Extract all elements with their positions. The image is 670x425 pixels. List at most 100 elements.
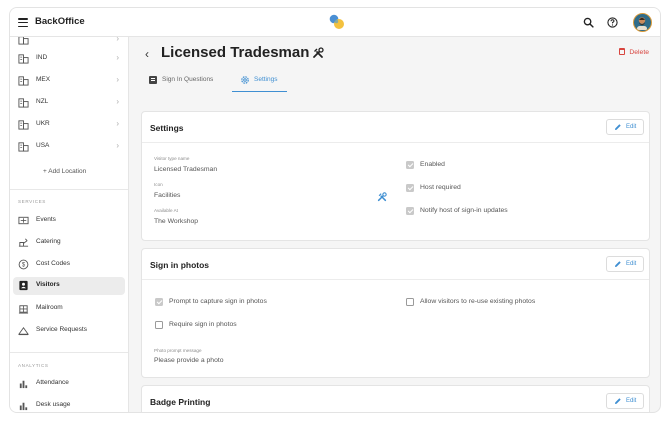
facilities-icon xyxy=(377,192,387,202)
chevron-right-icon: › xyxy=(116,141,119,150)
help-icon[interactable] xyxy=(607,17,618,28)
sidebar-item-events[interactable]: Events xyxy=(10,212,128,230)
bar-chart-icon xyxy=(19,380,28,389)
sidebar-item-label: Service Requests xyxy=(36,326,87,333)
prompt-photos-checkbox[interactable] xyxy=(155,298,163,306)
sidebar-item-desk-usage[interactable]: Desk usage xyxy=(10,397,128,412)
catering-icon xyxy=(18,238,29,247)
events-icon xyxy=(18,216,29,225)
enabled-label: Enabled xyxy=(420,161,445,168)
back-chevron-icon[interactable]: ‹ xyxy=(145,47,149,61)
trash-icon xyxy=(619,48,626,55)
available-at-value: The Workshop xyxy=(154,218,199,225)
card-title: Settings xyxy=(150,123,184,133)
reuse-photos-checkbox[interactable] xyxy=(406,298,414,306)
sidebar-item-cost-codes[interactable]: $ Cost Codes xyxy=(10,256,128,274)
sidebar-location-usa[interactable]: USA › xyxy=(10,138,128,156)
sidebar-item-mailroom[interactable]: Mailroom xyxy=(10,300,128,318)
tab-label: Sign In Questions xyxy=(162,76,214,83)
page-title: Licensed Tradesman xyxy=(161,44,310,61)
sidebar-item-service-requests[interactable]: Service Requests xyxy=(10,322,128,340)
pencil-icon xyxy=(615,261,621,267)
sidebar-item-attendance[interactable]: Attendance xyxy=(10,375,128,393)
sidebar-location-mex[interactable]: MEX › xyxy=(10,72,128,90)
enabled-checkbox[interactable] xyxy=(406,161,414,169)
tools-icon xyxy=(313,47,324,58)
pencil-icon xyxy=(615,124,621,130)
sidebar-item-label: USA xyxy=(36,142,50,149)
questions-icon xyxy=(149,76,157,84)
app-title: BackOffice xyxy=(35,16,85,27)
sidebar-location-item[interactable]: › xyxy=(10,37,128,49)
delete-label: Delete xyxy=(629,49,649,56)
chevron-right-icon: › xyxy=(116,97,119,106)
service-requests-icon xyxy=(18,326,29,336)
edit-badge-button[interactable]: Edit xyxy=(606,393,644,409)
icon-field-value: Facilities xyxy=(154,192,181,199)
host-required-checkbox[interactable] xyxy=(406,184,414,192)
pencil-icon xyxy=(615,398,621,404)
tab-label: Settings xyxy=(254,76,278,83)
chevron-right-icon: › xyxy=(116,37,119,43)
sidebar-item-label: Catering xyxy=(36,238,61,245)
building-icon xyxy=(18,37,29,45)
sidebar-item-label: Desk usage xyxy=(36,401,71,408)
sidebar-location-ukr[interactable]: UKR › xyxy=(10,116,128,134)
host-required-label: Host required xyxy=(420,184,461,191)
building-icon xyxy=(18,54,29,64)
notify-host-checkbox[interactable] xyxy=(406,207,414,215)
require-photos-checkbox[interactable] xyxy=(155,321,163,329)
icon-field-label: Icon xyxy=(154,182,163,187)
edit-photos-button[interactable]: Edit xyxy=(606,256,644,272)
user-avatar[interactable] xyxy=(633,13,652,32)
bar-chart-icon xyxy=(19,402,28,411)
search-icon[interactable] xyxy=(583,17,594,28)
menu-icon[interactable] xyxy=(18,18,28,28)
sidebar-item-label: Cost Codes xyxy=(36,260,70,267)
require-photos-label: Require sign in photos xyxy=(169,321,237,328)
building-icon xyxy=(18,76,29,86)
sidebar-item-label: Events xyxy=(36,216,56,223)
mailroom-icon xyxy=(18,305,29,314)
edit-settings-button[interactable]: Edit xyxy=(606,119,644,135)
sidebar-divider xyxy=(10,352,128,353)
sidebar-location-ind[interactable]: IND › xyxy=(10,50,128,68)
sidebar-item-label: Attendance xyxy=(36,379,69,386)
tab-settings[interactable]: Settings xyxy=(232,72,287,92)
delete-button[interactable]: Delete xyxy=(619,48,649,56)
sidebar-item-label: IND xyxy=(36,54,48,61)
photo-prompt-label: Photo prompt message xyxy=(154,348,202,353)
building-icon xyxy=(18,120,29,130)
cost-codes-icon: $ xyxy=(18,259,29,270)
visitor-type-name-label: Visitor type name xyxy=(154,156,190,161)
add-location-button[interactable]: + Add Location xyxy=(43,168,86,175)
tab-sign-in-questions[interactable]: Sign In Questions xyxy=(148,72,228,92)
sidebar-item-label: NZL xyxy=(36,98,49,105)
sidebar-item-catering[interactable]: Catering xyxy=(10,234,128,252)
card-header: Sign in photos Edit xyxy=(142,249,649,280)
main-content: ‹ Licensed Tradesman Delete Sign In Ques… xyxy=(130,37,660,412)
app-window: BackOffice › IND › MEX › NZL › UKR › USA… xyxy=(9,7,661,413)
reuse-photos-label: Allow visitors to re-use existing photos xyxy=(420,298,536,305)
sidebar-divider xyxy=(10,189,128,190)
available-at-label: Available At xyxy=(154,208,178,213)
building-icon xyxy=(18,98,29,108)
card-title: Sign in photos xyxy=(150,260,210,270)
sidebar-item-label: Mailroom xyxy=(36,304,63,311)
sidebar-location-nzl[interactable]: NZL › xyxy=(10,94,128,112)
visitors-icon xyxy=(19,280,28,291)
photo-prompt-value: Please provide a photo xyxy=(154,357,224,364)
chevron-right-icon: › xyxy=(116,119,119,128)
services-heading: SERVICES xyxy=(18,199,46,204)
sign-in-photos-card: Sign in photos Edit Prompt to capture si… xyxy=(141,248,650,378)
prompt-photos-label: Prompt to capture sign in photos xyxy=(169,298,267,305)
building-icon xyxy=(18,142,29,152)
edit-label: Edit xyxy=(626,398,637,404)
badge-printing-card: Badge Printing Edit xyxy=(141,385,650,412)
sidebar-item-visitors[interactable]: Visitors xyxy=(13,277,125,295)
gear-icon xyxy=(241,76,249,84)
avatar-image xyxy=(637,17,647,31)
edit-label: Edit xyxy=(626,124,637,130)
notify-host-label: Notify host of sign-in updates xyxy=(420,207,508,214)
card-title: Badge Printing xyxy=(150,397,211,407)
